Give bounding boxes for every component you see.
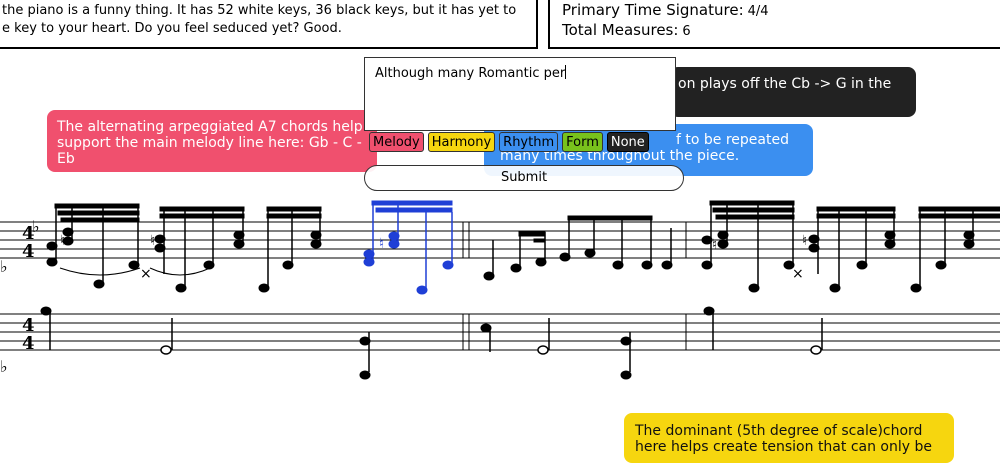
annotation-bubble-red[interactable]: The alternating arpeggiated A7 chords he… bbox=[47, 110, 377, 172]
tag-form-button[interactable]: Form bbox=[562, 132, 603, 152]
intro-line-2: e key to your heart. Do you feel seduced… bbox=[2, 21, 342, 36]
svg-text:♮: ♮ bbox=[60, 233, 65, 249]
annotation-text: The dominant (5th degree of scale)chord bbox=[635, 423, 923, 439]
time-signature-info: Primary Time Signature: 4/4 bbox=[562, 1, 769, 19]
tag-none-button[interactable]: None bbox=[606, 132, 649, 152]
piece-info-box: Primary Time Signature: 4/4 Total Measure… bbox=[548, 0, 1000, 49]
annotation-bubble-yellow[interactable]: The dominant (5th degree of scale)chord … bbox=[624, 413, 954, 463]
time-signature-value: 4/4 bbox=[747, 4, 769, 19]
tag-rhythm-button[interactable]: Rhythm bbox=[499, 132, 559, 152]
annotation-text: The alternating arpeggiated A7 chords he… bbox=[57, 119, 363, 135]
key-flat-icon: ♭ bbox=[0, 357, 8, 376]
total-measures-value: 6 bbox=[682, 24, 691, 39]
tag-melody-button[interactable]: Melody bbox=[369, 132, 424, 152]
intro-text: the piano is a funny thing. It has 52 wh… bbox=[2, 2, 542, 38]
sheet-music-score: 4 4 4 4 ♭ ♭ ♭ ♮ × ♮ ♮ ♮ × ♮ bbox=[0, 200, 1000, 380]
annotation-text: support the main melody line here: Gb - … bbox=[57, 135, 362, 151]
annotation-text-input[interactable]: Although many Romantic per bbox=[364, 57, 676, 131]
svg-text:♮: ♮ bbox=[150, 233, 155, 249]
annotation-bubble-black[interactable]: on plays off the Cb -> G in the bbox=[670, 67, 916, 117]
bass-note-group[interactable] bbox=[40, 306, 823, 380]
note-group[interactable]: ♮ bbox=[46, 203, 140, 289]
text-cursor bbox=[565, 65, 567, 79]
key-flat-icon: ♭ bbox=[32, 217, 40, 236]
submit-button[interactable]: Submit bbox=[364, 165, 684, 191]
time-signature-label: Primary Time Signature: bbox=[562, 1, 744, 19]
note-group[interactable]: ♮ bbox=[701, 200, 795, 293]
bass-time-signature-bottom: 4 bbox=[22, 333, 35, 354]
key-flat-icon: ♭ bbox=[0, 257, 8, 276]
annotation-text: Eb bbox=[57, 151, 75, 167]
highlighted-note-group[interactable]: ♮ bbox=[363, 200, 454, 295]
annotation-text: here helps create tension that can only … bbox=[635, 439, 932, 455]
tag-harmony-button[interactable]: Harmony bbox=[427, 132, 496, 152]
annotation-input-text: Although many Romantic per bbox=[375, 66, 566, 81]
note-group[interactable] bbox=[483, 215, 673, 281]
treble-time-signature-bottom: 4 bbox=[22, 241, 35, 262]
svg-text:♮: ♮ bbox=[802, 233, 807, 249]
svg-text:×: × bbox=[792, 266, 804, 282]
svg-text:♮: ♮ bbox=[712, 237, 717, 253]
total-measures-info: Total Measures: 6 bbox=[562, 21, 691, 39]
total-measures-label: Total Measures: bbox=[562, 21, 679, 39]
annotation-text: on plays off the Cb -> G in the bbox=[678, 76, 892, 92]
annotation-text: f to be repeated bbox=[676, 132, 789, 148]
svg-text:♮: ♮ bbox=[379, 236, 384, 252]
intro-text-box: the piano is a funny thing. It has 52 wh… bbox=[0, 0, 538, 49]
intro-line-1: the piano is a funny thing. It has 52 wh… bbox=[2, 3, 517, 18]
category-tag-row: Melody Harmony Rhythm Form None bbox=[369, 132, 649, 156]
